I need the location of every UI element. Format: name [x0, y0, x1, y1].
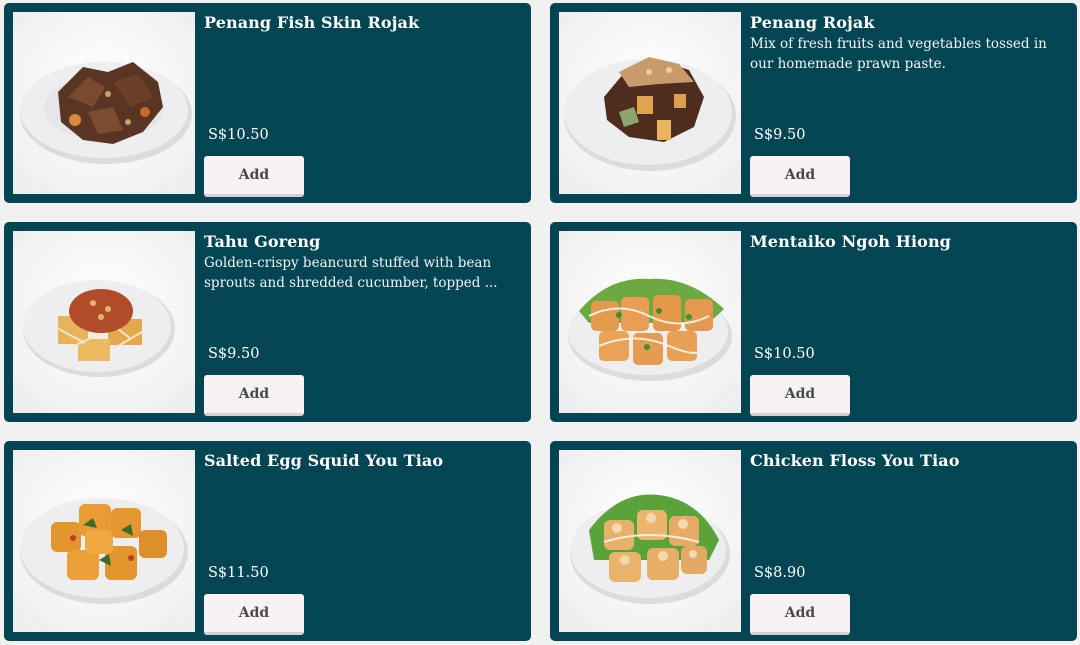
dish-photo[interactable] — [559, 12, 741, 194]
penang-rojak-dish-image — [564, 57, 736, 171]
dish-photo[interactable] — [13, 12, 195, 194]
item-name: Penang Rojak — [750, 13, 875, 32]
item-name: Penang Fish Skin Rojak — [204, 13, 420, 32]
item-info: Penang Rojak Mix of fresh fruits and veg… — [750, 12, 1063, 74]
item-name: Chicken Floss You Tiao — [750, 451, 960, 470]
item-info: Tahu Goreng Golden-crispy beancurd stuff… — [204, 231, 517, 293]
item-price: S$10.50 — [754, 346, 815, 362]
item-price: S$9.50 — [754, 127, 806, 143]
tahu-goreng-dish-image — [23, 280, 175, 377]
add-button[interactable]: Add — [750, 375, 850, 416]
salted-egg-squid-dish-image — [20, 498, 188, 604]
dish-photo[interactable] — [559, 450, 741, 632]
item-info: Penang Fish Skin Rojak — [204, 12, 517, 33]
add-button[interactable]: Add — [204, 156, 304, 197]
menu-item-card[interactable]: Mentaiko Ngoh Hiong S$10.50 Add — [550, 222, 1077, 422]
item-info: Mentaiko Ngoh Hiong — [750, 231, 1063, 252]
menu-item-card[interactable]: Tahu Goreng Golden-crispy beancurd stuff… — [4, 222, 531, 422]
menu-item-card[interactable]: Chicken Floss You Tiao S$8.90 Add — [550, 441, 1077, 641]
fish-skin-rojak-dish-image — [20, 62, 192, 164]
item-info: Salted Egg Squid You Tiao — [204, 450, 517, 471]
item-price: S$8.90 — [754, 565, 806, 581]
dish-photo[interactable] — [13, 450, 195, 632]
dish-photo[interactable] — [13, 231, 195, 413]
chicken-floss-you-tiao-dish-image — [570, 494, 730, 604]
item-name: Tahu Goreng — [204, 232, 321, 251]
dish-photo[interactable] — [559, 231, 741, 413]
add-button[interactable]: Add — [204, 375, 304, 416]
menu-item-card[interactable]: Salted Egg Squid You Tiao S$11.50 Add — [4, 441, 531, 641]
menu-item-card[interactable]: Penang Rojak Mix of fresh fruits and veg… — [550, 3, 1077, 203]
item-description: Mix of fresh fruits and vegetables tosse… — [750, 36, 1047, 72]
mentaiko-ngoh-hiong-dish-image — [568, 278, 732, 381]
item-name: Mentaiko Ngoh Hiong — [750, 232, 951, 251]
item-description: Golden-crispy beancurd stuffed with bean… — [204, 255, 498, 291]
item-price: S$11.50 — [208, 565, 269, 581]
add-button[interactable]: Add — [750, 156, 850, 197]
item-price: S$9.50 — [208, 346, 260, 362]
item-price: S$10.50 — [208, 127, 269, 143]
add-button[interactable]: Add — [750, 594, 850, 635]
item-name: Salted Egg Squid You Tiao — [204, 451, 444, 470]
menu-item-card[interactable]: Penang Fish Skin Rojak S$10.50 Add — [4, 3, 531, 203]
item-info: Chicken Floss You Tiao — [750, 450, 1063, 471]
add-button[interactable]: Add — [204, 594, 304, 635]
menu-grid: Penang Fish Skin Rojak S$10.50 Add Penan… — [4, 3, 1077, 641]
